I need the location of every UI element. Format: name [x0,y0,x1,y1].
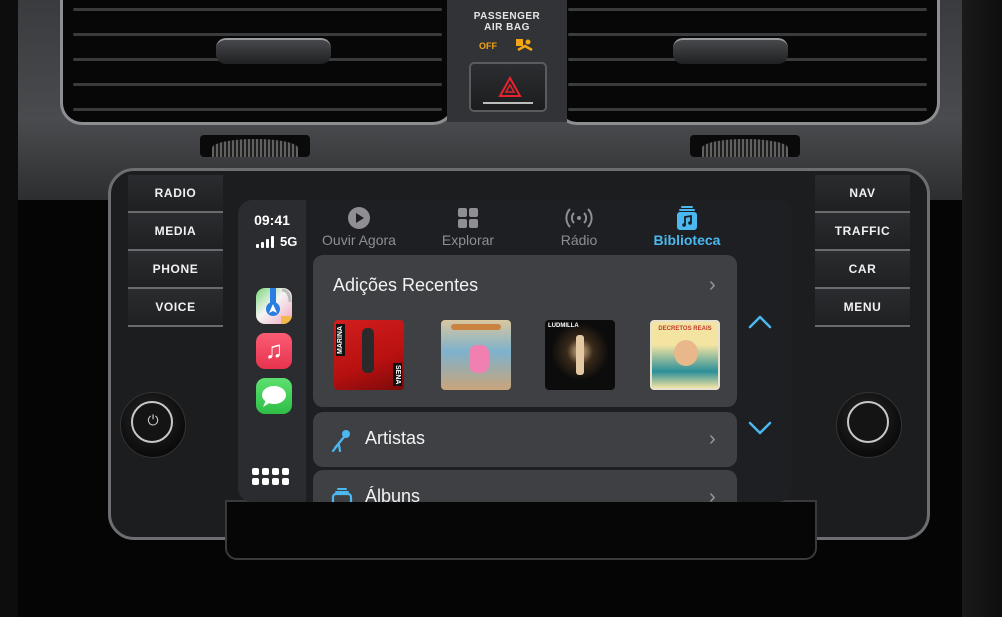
play-circle-icon [348,207,370,229]
speaker-right [690,135,800,157]
airbag-seat-icon [515,38,535,52]
air-vent-left[interactable] [60,0,455,125]
radio-waves-icon [565,208,593,228]
microphone-icon [331,430,350,452]
power-icon: ⏻ [147,412,159,428]
chevron-right-icon: › [709,486,716,502]
library-content: Adições Recentes › MARINA SENA LUDMILLA … [313,255,737,502]
messages-app-icon[interactable] [256,378,292,414]
air-vent-right[interactable] [555,0,940,125]
list-item-albuns[interactable]: Álbuns › [313,470,737,502]
tab-bar: Ouvir Agora Explorar Rádio Biblioteca [306,200,792,254]
tune-knob[interactable] [836,392,902,458]
voice-button[interactable]: VOICE [128,289,223,327]
chevron-up-icon [748,315,772,329]
album-stack-icon [331,488,353,502]
app-grid-button[interactable] [252,468,289,485]
vent-adjuster-left[interactable] [216,38,331,64]
library-music-icon [677,206,697,230]
traffic-button[interactable]: TRAFFIC [815,213,910,251]
album-cover[interactable] [441,320,511,390]
album-cover[interactable]: LUDMILLA [545,320,615,390]
airbag-label-line1: PASSENGER [473,11,541,22]
nav-button[interactable]: NAV [815,175,910,213]
airbag-status: OFF [479,41,497,51]
tab-label: Rádio [560,232,598,248]
album-cover[interactable]: MARINA SENA [334,320,404,390]
list-item-artistas[interactable]: Artistas › [313,412,737,467]
recent-additions-card[interactable]: Adições Recentes › MARINA SENA LUDMILLA … [313,255,737,407]
dashboard-right-edge [962,0,1002,617]
status-time: 09:41 [254,212,290,228]
music-app-icon[interactable]: ♫ [256,333,292,369]
chevron-right-icon: › [709,428,716,450]
power-volume-knob[interactable]: ⏻ [120,392,186,458]
car-button[interactable]: CAR [815,251,910,289]
recent-additions-title: Adições Recentes [333,275,479,295]
dashboard-left-edge [0,0,18,617]
tab-ouvir-agora[interactable]: Ouvir Agora [304,206,414,248]
tab-label: Explorar [441,232,495,248]
vent-adjuster-right[interactable] [673,38,788,64]
chevron-right-icon: › [709,274,716,296]
menu-button[interactable]: MENU [815,289,910,327]
airbag-label-line2: AIR BAG [484,22,530,33]
radio-button[interactable]: RADIO [128,175,223,213]
media-button[interactable]: MEDIA [128,213,223,251]
head-unit-lower-slot [225,500,817,560]
phone-button[interactable]: PHONE [128,251,223,289]
row-label: Artistas [365,428,426,448]
speaker-left [200,135,310,157]
maps-app-icon[interactable] [256,288,292,324]
row-label: Álbuns [365,486,421,502]
carplay-sidebar: 09:41 5G ♫ [238,200,306,502]
hardware-buttons-left: RADIO MEDIA PHONE VOICE [128,175,223,327]
network-type: 5G [280,234,298,249]
hardware-buttons-right: NAV TRAFFIC CAR MENU [815,175,910,327]
carplay-screen: 09:41 5G ♫ Ouvir Agora Explorar Rádio Bi… [238,200,792,502]
scroll-up-button[interactable] [745,307,775,337]
tab-label: Biblioteca [653,232,721,248]
scroll-down-button[interactable] [745,413,775,443]
album-cover[interactable]: DECRETOS REAIS [650,320,720,390]
chevron-down-icon [748,421,772,435]
airbag-hazard-panel: PASSENGER AIR BAG OFF [447,0,567,122]
grid-icon [458,208,478,228]
tab-explorar[interactable]: Explorar [413,206,523,248]
signal-strength-icon [256,236,274,248]
tab-biblioteca[interactable]: Biblioteca [632,206,742,248]
tab-label: Ouvir Agora [322,232,396,248]
hazard-button[interactable] [469,62,547,112]
tab-radio[interactable]: Rádio [524,206,634,248]
hazard-triangle-icon [498,76,522,97]
